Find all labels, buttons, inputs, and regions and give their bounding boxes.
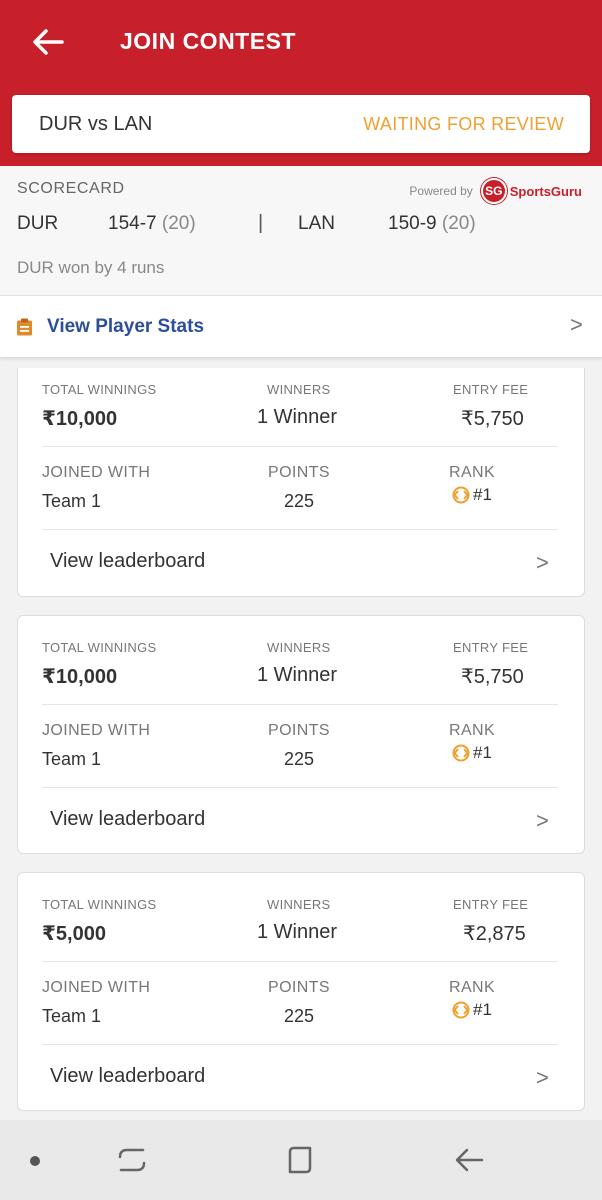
winners-value: 1 Winner bbox=[257, 921, 338, 943]
divider bbox=[42, 787, 558, 788]
rank-arrows-icon bbox=[452, 744, 470, 762]
clipboard-icon bbox=[17, 318, 32, 336]
points-label: POINTS bbox=[268, 464, 330, 481]
total-winnings-label: TOTAL WINNINGS bbox=[42, 897, 157, 912]
powered-by-text: Powered by bbox=[409, 184, 473, 198]
team2-name: LAN bbox=[298, 213, 335, 234]
view-leaderboard-link[interactable]: View leaderboard bbox=[50, 808, 205, 831]
winners-value: 1 Winner bbox=[257, 406, 338, 428]
total-winnings-label: TOTAL WINNINGS bbox=[42, 382, 157, 397]
winners-label: WINNERS bbox=[267, 640, 331, 655]
winners-label: WINNERS bbox=[267, 382, 331, 397]
team1-name: DUR bbox=[17, 213, 59, 234]
view-leaderboard-link[interactable]: View leaderboard bbox=[50, 1065, 205, 1088]
rank-arrows-icon bbox=[452, 486, 470, 504]
divider bbox=[42, 529, 558, 530]
joined-with-label: JOINED WITH bbox=[42, 722, 151, 739]
total-winnings-label: TOTAL WINNINGS bbox=[42, 640, 157, 655]
team2-score: 150-9 (20) bbox=[388, 213, 476, 235]
view-player-stats-row[interactable]: View Player Stats > bbox=[0, 296, 602, 358]
page-title: JOIN CONTEST bbox=[120, 28, 296, 54]
joined-with-label: JOINED WITH bbox=[42, 979, 151, 996]
view-player-stats-link[interactable]: View Player Stats bbox=[47, 316, 204, 338]
total-winnings-value: ₹5,000 bbox=[42, 923, 106, 945]
divider bbox=[42, 961, 558, 962]
rank-label: RANK bbox=[449, 722, 496, 739]
view-leaderboard-link[interactable]: View leaderboard bbox=[50, 550, 205, 573]
rank-arrows-icon bbox=[452, 1001, 470, 1019]
back-arrow-icon[interactable] bbox=[28, 24, 68, 60]
points-value: 225 bbox=[284, 1006, 315, 1026]
contest-card: TOTAL WINNINGS WINNERS ENTRY FEE ₹10,000… bbox=[17, 615, 585, 854]
match-status-badge: WAITING FOR REVIEW bbox=[363, 114, 564, 134]
points-value: 225 bbox=[284, 491, 315, 511]
sportsguru-name: SportsGuru bbox=[509, 183, 582, 199]
team2-runs: 150-9 bbox=[388, 213, 437, 234]
contest-card: TOTAL WINNINGS WINNERS ENTRY FEE ₹10,000… bbox=[17, 368, 585, 597]
recent-apps-icon[interactable] bbox=[115, 1144, 149, 1176]
rank-value: #1 bbox=[452, 485, 492, 505]
team1-score: 154-7 (20) bbox=[108, 213, 196, 235]
chevron-right-icon[interactable]: > bbox=[536, 1065, 549, 1091]
rank-number: #1 bbox=[473, 1000, 492, 1019]
entry-fee-label: ENTRY FEE bbox=[453, 640, 529, 655]
team-value: Team 1 bbox=[42, 749, 102, 769]
sportsguru-logo: SG bbox=[480, 178, 507, 204]
chevron-right-icon[interactable]: > bbox=[536, 808, 549, 834]
chevron-right-icon[interactable]: > bbox=[536, 550, 549, 576]
team1-overs: (20) bbox=[161, 213, 196, 234]
team2-overs: (20) bbox=[441, 213, 476, 234]
entry-fee-label: ENTRY FEE bbox=[453, 897, 529, 912]
team-value: Team 1 bbox=[42, 491, 102, 511]
match-name: DUR vs LAN bbox=[39, 113, 153, 135]
rank-label: RANK bbox=[449, 464, 496, 481]
contest-card: TOTAL WINNINGS WINNERS ENTRY FEE ₹5,000 … bbox=[17, 872, 585, 1111]
back-icon[interactable] bbox=[452, 1144, 486, 1176]
system-nav-bar bbox=[0, 1120, 602, 1200]
team-value: Team 1 bbox=[42, 1006, 102, 1026]
divider bbox=[42, 446, 558, 447]
winners-label: WINNERS bbox=[267, 897, 331, 912]
winners-value: 1 Winner bbox=[257, 664, 338, 686]
joined-with-label: JOINED WITH bbox=[42, 464, 151, 481]
points-value: 225 bbox=[284, 749, 315, 769]
total-winnings-value: ₹10,000 bbox=[42, 666, 118, 688]
home-icon[interactable] bbox=[284, 1144, 316, 1176]
powered-by: Powered by SG SportsGuru bbox=[409, 178, 582, 204]
divider bbox=[42, 704, 558, 705]
chevron-right-icon: > bbox=[570, 312, 583, 337]
scorecard-label: SCORECARD bbox=[17, 180, 125, 197]
rank-value: #1 bbox=[452, 1000, 492, 1020]
rank-number: #1 bbox=[473, 485, 492, 504]
total-winnings-value: ₹10,000 bbox=[42, 408, 118, 430]
entry-fee-value: ₹2,875 bbox=[463, 923, 526, 945]
entry-fee-value: ₹5,750 bbox=[461, 408, 524, 430]
points-label: POINTS bbox=[268, 979, 330, 996]
score-separator: | bbox=[258, 212, 264, 234]
match-result: DUR won by 4 runs bbox=[17, 258, 165, 277]
points-label: POINTS bbox=[268, 722, 330, 739]
divider bbox=[42, 1044, 558, 1045]
rank-value: #1 bbox=[452, 743, 492, 763]
match-header-card: DUR vs LAN WAITING FOR REVIEW bbox=[12, 95, 590, 153]
entry-fee-label: ENTRY FEE bbox=[453, 382, 529, 397]
nav-dot-icon[interactable] bbox=[28, 1154, 42, 1168]
team1-runs: 154-7 bbox=[108, 213, 157, 234]
rank-number: #1 bbox=[473, 743, 492, 762]
rank-label: RANK bbox=[449, 979, 496, 996]
scorecard-panel: SCORECARD Powered by SG SportsGuru DUR 1… bbox=[0, 166, 602, 296]
entry-fee-value: ₹5,750 bbox=[461, 666, 524, 688]
